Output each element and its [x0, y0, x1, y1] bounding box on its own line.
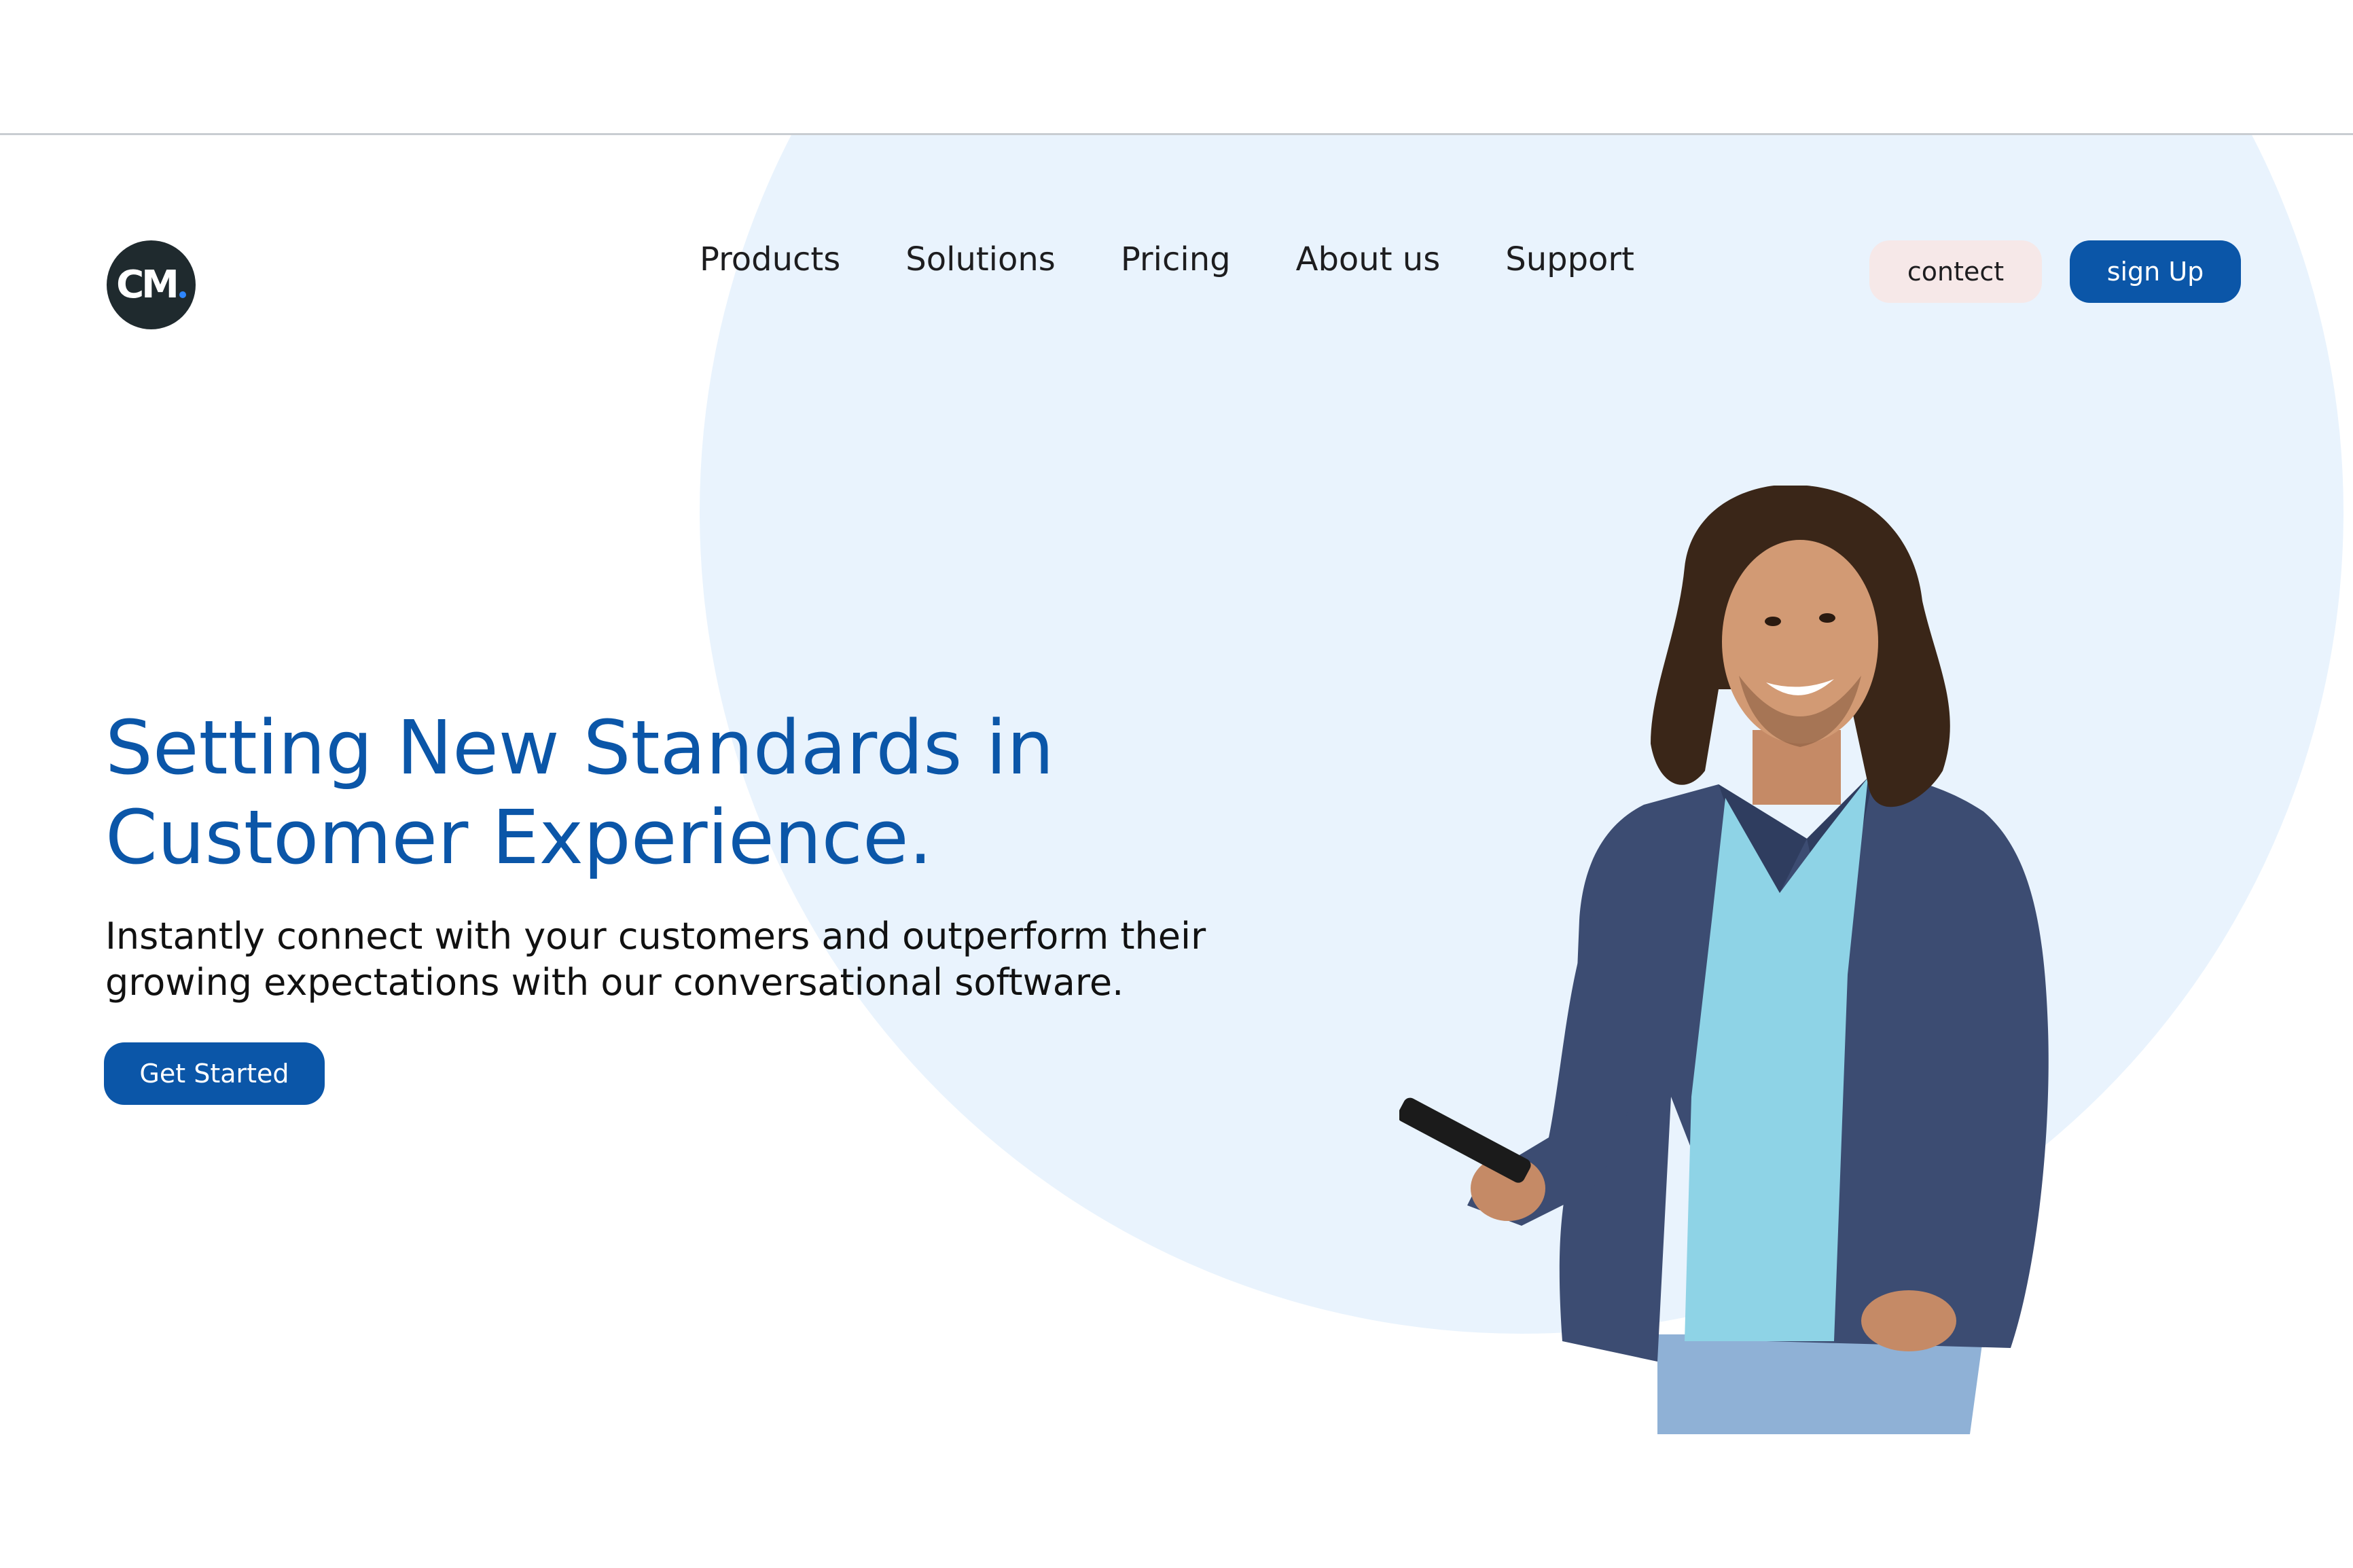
get-started-button[interactable]: Get Started — [104, 1042, 325, 1105]
contact-button[interactable]: contect — [1869, 240, 2042, 303]
nav-item-products[interactable]: Products — [700, 238, 840, 281]
landing-page: CM Products Solutions Pricing About us S… — [0, 0, 2353, 1568]
nav-item-pricing[interactable]: Pricing — [1121, 238, 1231, 281]
nav-item-solutions[interactable]: Solutions — [905, 238, 1056, 281]
hero-subtext: Instantly connect with your customers an… — [105, 915, 1206, 1004]
sign-up-button[interactable]: sign Up — [2070, 240, 2241, 303]
cm-logo[interactable]: CM — [107, 240, 196, 329]
nav-item-support[interactable]: Support — [1505, 238, 1634, 281]
hero-headline: Setting New Standards in Customer Experi… — [105, 704, 1054, 881]
logo-dot — [179, 291, 186, 298]
nav-item-about-us[interactable]: About us — [1296, 238, 1441, 281]
top-divider — [0, 133, 2353, 135]
person-with-phone-illustration — [1399, 486, 2049, 1434]
main-nav: Products Solutions Pricing About us Supp… — [700, 238, 1634, 281]
logo-text: CM — [116, 263, 179, 307]
